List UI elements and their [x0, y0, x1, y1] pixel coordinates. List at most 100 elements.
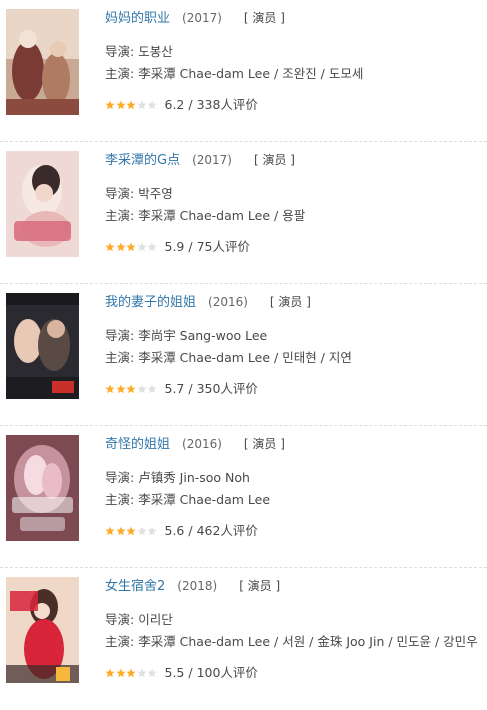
cast-label: 主演:	[105, 350, 139, 365]
star-empty-icon	[137, 526, 147, 536]
poster-image[interactable]	[6, 577, 79, 683]
rating-value: 6.2	[164, 97, 185, 112]
poster-image[interactable]	[6, 435, 79, 541]
star-filled-icon	[126, 384, 136, 394]
star-filled-icon	[116, 242, 126, 252]
cast-line: 主演: 李采潭 Chae-dam Lee / 민태현 / 지연	[105, 347, 487, 369]
star-filled-icon	[126, 526, 136, 536]
star-filled-icon	[105, 384, 115, 394]
cast-names: 李采潭 Chae-dam Lee / 서원 / 金珠 Joo Jin / 민도윤…	[138, 634, 478, 649]
cast-line: 主演: 李采潭 Chae-dam Lee / 서원 / 金珠 Joo Jin /…	[105, 631, 487, 653]
rating-value: 5.5	[164, 665, 185, 680]
star-filled-icon	[105, 668, 115, 678]
poster-art	[6, 293, 79, 399]
cast-line: 主演: 李采潭 Chae-dam Lee / 용팔	[105, 205, 487, 227]
film-year: (2017)	[182, 11, 222, 25]
director-name: 李尚宇 Sang-woo Lee	[138, 328, 268, 343]
separator: /	[184, 381, 197, 396]
poster-image[interactable]	[6, 293, 79, 399]
film-item: 我的妻子的姐姐 (2016) [ 演员 ] 导演: 李尚宇 Sang-woo Lee…	[0, 284, 487, 426]
director-line: 导演: 이리단	[105, 609, 487, 631]
vote-count: 350人评价	[196, 381, 258, 396]
star-filled-icon	[126, 242, 136, 252]
vote-count: 100人评价	[196, 665, 258, 680]
poster-image[interactable]	[6, 151, 79, 257]
cast-names: 李采潭 Chae-dam Lee / 민태현 / 지연	[138, 350, 352, 365]
director-label: 导演:	[105, 612, 139, 627]
star-filled-icon	[126, 100, 136, 110]
star-empty-icon	[147, 100, 157, 110]
poster-art	[6, 151, 79, 257]
star-filled-icon	[116, 526, 126, 536]
cast-label: 主演:	[105, 492, 139, 507]
rating-value: 5.9	[164, 239, 185, 254]
rating-line: 5.6 / 462人评价	[105, 523, 487, 539]
rating-stars	[105, 666, 158, 682]
cast-label: 主演:	[105, 634, 139, 649]
film-title-link[interactable]: 奇怪的姐姐	[105, 437, 170, 452]
star-filled-icon	[105, 526, 115, 536]
star-empty-icon	[137, 242, 147, 252]
rating-stars	[105, 524, 158, 540]
director-name: 卢镇秀 Jin-soo Noh	[138, 470, 250, 485]
star-empty-icon	[137, 100, 147, 110]
film-year: (2018)	[177, 579, 218, 593]
rating-line: 5.5 / 100人评价	[105, 665, 487, 681]
poster-art	[6, 9, 79, 115]
star-filled-icon	[105, 100, 115, 110]
director-line: 导演: 卢镇秀 Jin-soo Noh	[105, 467, 487, 489]
director-name: 도봉산	[138, 44, 173, 59]
film-year: (2016)	[182, 437, 222, 451]
star-empty-icon	[147, 242, 157, 252]
director-label: 导演:	[105, 186, 139, 201]
role-tag: [ 演员 ]	[239, 579, 281, 593]
cast-label: 主演:	[105, 208, 139, 223]
film-item: 奇怪的姐姐 (2016) [ 演员 ] 导演: 卢镇秀 Jin-soo Noh 主演…	[0, 426, 487, 568]
film-title-link[interactable]: 女生宿舍2	[105, 579, 165, 594]
cast-line: 主演: 李采潭 Chae-dam Lee	[105, 489, 487, 511]
cast-names: 李采潭 Chae-dam Lee / 조완진 / 도모세	[138, 66, 364, 81]
film-title-link[interactable]: 妈妈的职业	[105, 11, 170, 26]
rating-value: 5.6	[164, 523, 185, 538]
star-empty-icon	[147, 384, 157, 394]
separator: /	[184, 239, 197, 254]
separator: /	[184, 665, 197, 680]
director-line: 导演: 박주영	[105, 183, 487, 205]
cast-names: 李采潭 Chae-dam Lee	[138, 492, 271, 507]
cast-label: 主演:	[105, 66, 139, 81]
star-filled-icon	[105, 242, 115, 252]
rating-line: 5.7 / 350人评价	[105, 381, 487, 397]
poster-image[interactable]	[6, 9, 79, 115]
star-empty-icon	[137, 668, 147, 678]
director-name: 박주영	[138, 186, 173, 201]
filmography-list: 妈妈的职业 (2017) [ 演员 ] 导演: 도봉산 主演: 李采潭 Chae-d…	[0, 0, 487, 710]
film-year: (2016)	[208, 295, 248, 309]
film-title-link[interactable]: 我的妻子的姐姐	[105, 295, 196, 310]
star-empty-icon	[147, 668, 157, 678]
director-label: 导演:	[105, 328, 139, 343]
film-title-link[interactable]: 李采潭的G点	[105, 153, 180, 168]
director-line: 导演: 도봉산	[105, 41, 487, 63]
film-item: 妈妈的职业 (2017) [ 演员 ] 导演: 도봉산 主演: 李采潭 Chae-d…	[0, 0, 487, 142]
cast-line: 主演: 李采潭 Chae-dam Lee / 조완진 / 도모세	[105, 63, 487, 85]
star-filled-icon	[116, 668, 126, 678]
separator: /	[184, 97, 197, 112]
director-label: 导演:	[105, 44, 139, 59]
role-tag: [ 演员 ]	[253, 153, 295, 167]
separator: /	[184, 523, 197, 538]
cast-names: 李采潭 Chae-dam Lee / 용팔	[138, 208, 306, 223]
director-label: 导演:	[105, 470, 139, 485]
poster-art	[6, 435, 79, 541]
star-empty-icon	[147, 526, 157, 536]
vote-count: 75人评价	[196, 239, 250, 254]
rating-line: 5.9 / 75人评价	[105, 239, 487, 255]
director-name: 이리단	[138, 612, 173, 627]
role-tag: [ 演员 ]	[243, 11, 285, 25]
director-line: 导演: 李尚宇 Sang-woo Lee	[105, 325, 487, 347]
star-filled-icon	[116, 100, 126, 110]
rating-stars	[105, 98, 158, 114]
rating-value: 5.7	[164, 381, 185, 396]
film-year: (2017)	[192, 153, 232, 167]
star-filled-icon	[126, 668, 136, 678]
role-tag: [ 演员 ]	[269, 295, 311, 309]
